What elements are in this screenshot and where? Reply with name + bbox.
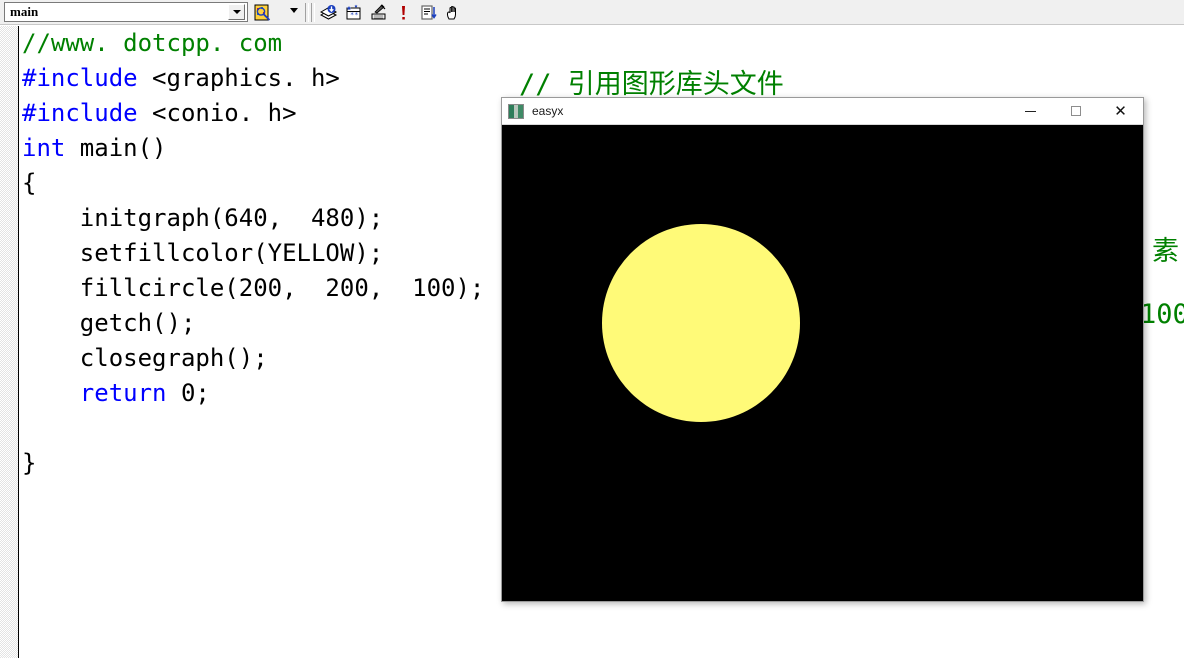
red-exclamation-icon[interactable] (393, 2, 414, 23)
code-token: 0; (167, 379, 210, 407)
code-token: } (22, 449, 36, 477)
maximize-icon (1071, 106, 1081, 116)
find-dropdown-button[interactable] (290, 8, 298, 13)
keyboard-arrow-icon[interactable] (368, 2, 389, 23)
easyx-canvas (502, 125, 1143, 601)
code-token: #include (22, 64, 138, 92)
comment-radius: 100 (1140, 299, 1184, 330)
layers-download-icon[interactable] (318, 2, 339, 23)
code-token: { (22, 169, 36, 197)
minimize-button[interactable] (1008, 98, 1053, 124)
layers-download-glyph (319, 3, 338, 22)
document-down-arrow-icon[interactable] (418, 2, 439, 23)
maximize-button[interactable] (1053, 98, 1098, 124)
code-token: getch(); (22, 309, 195, 337)
code-token: #include (22, 99, 138, 127)
red-exclamation-glyph (394, 3, 413, 22)
comment-graphics-header: // 引用图形库头文件 (519, 62, 784, 101)
code-line: //www. dotcpp. com (22, 26, 1182, 61)
scope-combobox[interactable]: main (4, 2, 248, 22)
code-token: initgraph(640, 480); (22, 204, 383, 232)
clipboard-magnifier-glyph (253, 3, 272, 22)
close-button[interactable]: ✕ (1098, 98, 1143, 124)
easyx-window-title: easyx (532, 104, 563, 118)
editor-gutter-divider (18, 26, 19, 658)
document-down-arrow-glyph (419, 3, 438, 22)
chevron-down-glyph (233, 10, 241, 14)
svg-text:**: ** (350, 11, 358, 19)
hand-glyph (444, 3, 463, 22)
toolbar: main ** (0, 0, 1184, 25)
code-token: return (22, 379, 167, 407)
hand-icon[interactable] (443, 2, 464, 23)
keyboard-arrow-glyph (369, 3, 388, 22)
code-token: <conio. h> (138, 99, 297, 127)
chevron-down-icon[interactable] (228, 4, 245, 20)
easyx-app-icon (508, 104, 524, 119)
clipboard-magnifier-icon[interactable] (252, 2, 273, 23)
scope-combobox-value: main (5, 4, 228, 20)
code-token: fillcircle(200, 200, 100); (22, 274, 484, 302)
code-token: //www. dotcpp. com (22, 29, 282, 57)
yellow-filled-circle (602, 224, 800, 422)
comment-pixel-size: 素 (1152, 229, 1179, 268)
code-token: setfillcolor(YELLOW); (22, 239, 383, 267)
code-token: <graphics. h> (138, 64, 340, 92)
calendar-sparkle-glyph: ** (344, 3, 363, 22)
toolbar-separator-2 (311, 3, 315, 22)
close-icon: ✕ (1114, 104, 1127, 119)
toolbar-separator-1 (305, 3, 309, 22)
code-token: int (22, 134, 65, 162)
calendar-sparkle-icon[interactable]: ** (343, 2, 364, 23)
easyx-window[interactable]: easyx ✕ (501, 97, 1144, 602)
minimize-icon (1025, 111, 1036, 112)
editor-gutter (0, 26, 18, 658)
code-token: closegraph(); (22, 344, 268, 372)
code-token: main() (65, 134, 166, 162)
easyx-titlebar[interactable]: easyx ✕ (502, 98, 1143, 125)
